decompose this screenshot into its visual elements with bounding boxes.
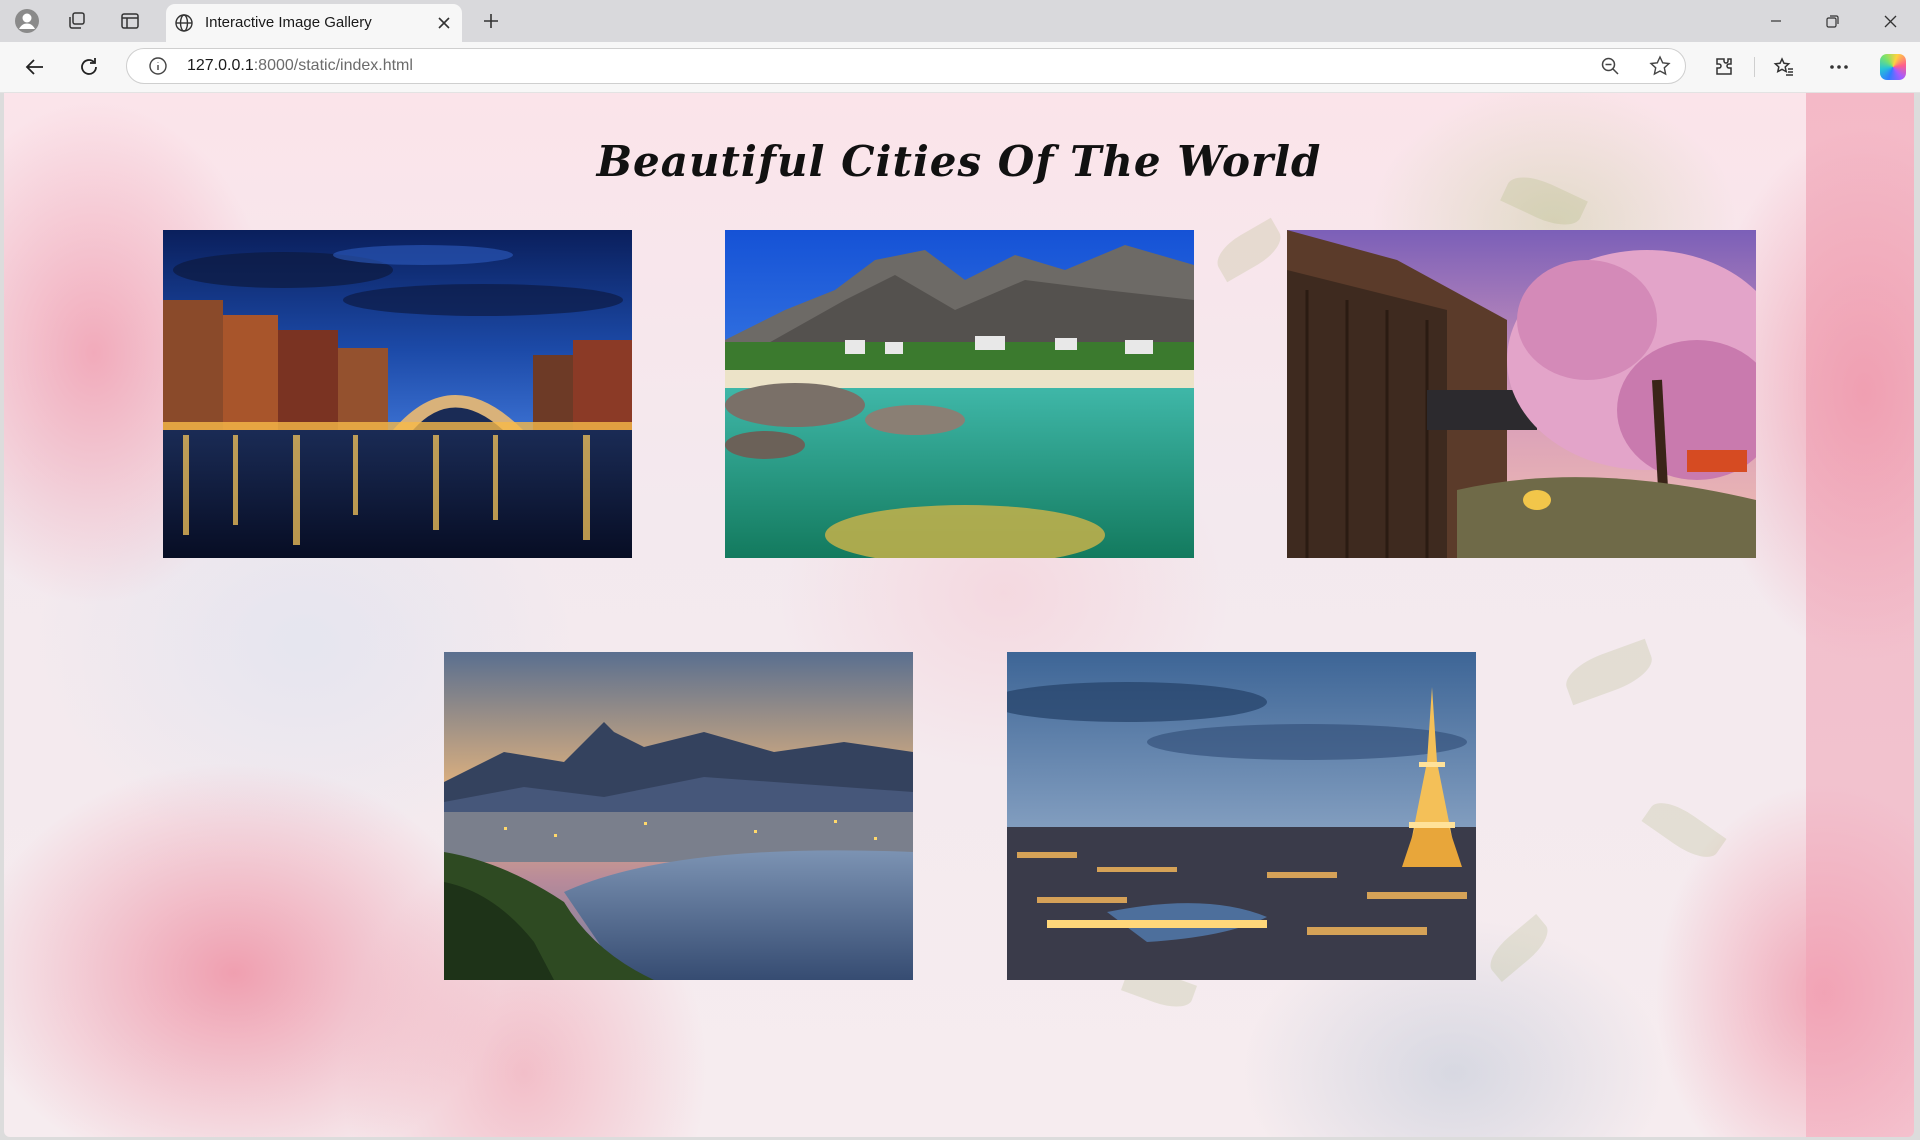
url-host: 127.0.0.1	[187, 57, 254, 74]
page-title: Beautiful Cities Of The World	[596, 137, 1322, 187]
copilot-button[interactable]	[1880, 54, 1906, 80]
close-window-button[interactable]	[1862, 0, 1918, 42]
plus-icon	[484, 14, 498, 28]
refresh-button[interactable]	[72, 51, 106, 83]
tab-actions-button[interactable]	[113, 7, 147, 35]
gallery-image-3[interactable]	[1287, 230, 1756, 558]
gallery-image-2[interactable]	[725, 230, 1194, 558]
extensions-icon	[1716, 58, 1732, 75]
profile-button[interactable]	[10, 7, 44, 35]
tab-actions-icon	[121, 13, 139, 29]
floral-side-panel	[1806, 93, 1914, 1137]
url-text: 127.0.0.1:8000/static/index.html	[187, 49, 413, 83]
gallery-image-4[interactable]	[444, 652, 913, 980]
zoom-out-icon	[1601, 57, 1619, 75]
navigation-bar: 127.0.0.1:8000/static/index.html	[0, 42, 1920, 93]
tab-close-button[interactable]	[434, 13, 454, 33]
decorative-leaf	[1482, 914, 1556, 982]
profile-icon	[15, 9, 39, 33]
workspaces-icon	[69, 12, 85, 29]
zoom-button[interactable]	[1595, 52, 1625, 80]
page-viewport: Beautiful Cities Of The World	[4, 93, 1914, 1137]
decorative-leaf	[1641, 793, 1727, 867]
gallery-image-1[interactable]	[163, 230, 632, 558]
globe-icon	[175, 14, 193, 32]
restore-icon	[1825, 14, 1839, 28]
new-tab-button[interactable]	[476, 7, 506, 35]
close-icon	[438, 17, 450, 29]
tab-bar: Interactive Image Gallery	[0, 0, 1920, 42]
active-tab[interactable]: Interactive Image Gallery	[166, 4, 462, 42]
back-button[interactable]	[18, 51, 52, 83]
toolbar-separator	[1754, 57, 1755, 77]
extensions-button[interactable]	[1707, 51, 1741, 83]
tab-title: Interactive Image Gallery	[205, 14, 372, 31]
favorite-button[interactable]	[1645, 52, 1675, 80]
more-menu-button[interactable]	[1822, 51, 1856, 83]
decorative-leaf	[1210, 217, 1288, 283]
refresh-icon	[81, 58, 97, 75]
minimize-button[interactable]	[1748, 0, 1804, 42]
decorative-leaf	[1560, 638, 1658, 706]
address-bar[interactable]: 127.0.0.1:8000/static/index.html	[126, 48, 1686, 84]
favorites-button[interactable]	[1767, 51, 1801, 83]
restore-button[interactable]	[1804, 0, 1860, 42]
gallery-image-5[interactable]	[1007, 652, 1476, 980]
minimize-icon	[1771, 20, 1781, 22]
url-path: :8000/static/index.html	[253, 57, 413, 74]
favorites-icon	[1773, 57, 1793, 76]
more-icon	[1830, 65, 1848, 69]
close-icon	[1884, 15, 1896, 27]
info-icon	[149, 57, 167, 75]
star-icon	[1649, 55, 1671, 76]
back-arrow-icon	[25, 59, 43, 75]
workspaces-button[interactable]	[60, 7, 94, 35]
site-info-button[interactable]	[143, 52, 173, 80]
